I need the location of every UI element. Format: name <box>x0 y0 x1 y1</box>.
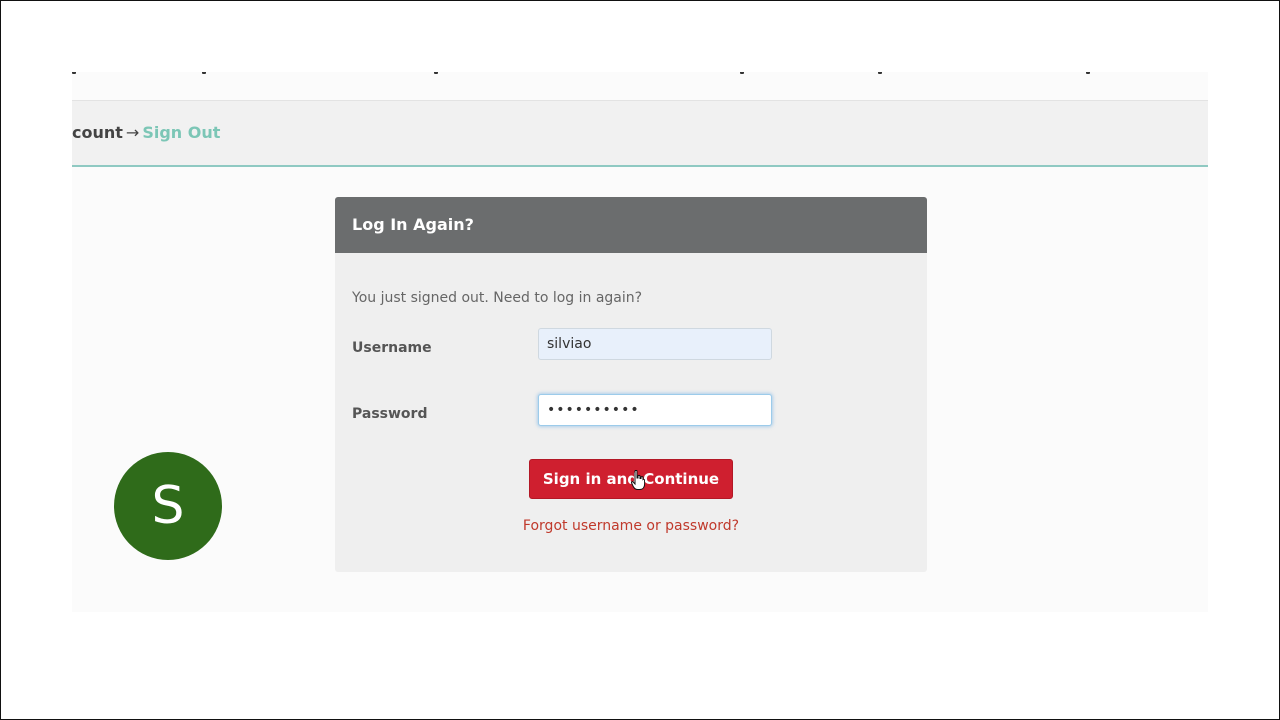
breadcrumb: count → Sign Out <box>72 101 1208 167</box>
breadcrumb-item-sign-out: Sign Out <box>142 123 221 142</box>
username-input[interactable] <box>538 328 772 360</box>
breadcrumb-item-account[interactable]: count <box>72 123 123 142</box>
page-container: count → Sign Out Log In Again? You just si… <box>72 72 1208 612</box>
cropped-glyph <box>202 72 206 74</box>
cropped-glyph <box>740 72 744 74</box>
breadcrumb-separator: → <box>125 123 140 142</box>
cropped-glyph <box>434 72 438 74</box>
signed-out-message: You just signed out. Need to log in agai… <box>352 290 643 306</box>
password-label: Password <box>352 406 428 422</box>
hand-pointer-icon <box>631 470 645 490</box>
cropped-glyph <box>1086 72 1090 74</box>
password-input[interactable] <box>538 394 772 426</box>
navigation-strip-cropped <box>72 72 1208 101</box>
username-label: Username <box>352 340 432 356</box>
cropped-glyph <box>72 72 76 74</box>
forgot-credentials-link[interactable]: Forgot username or password? <box>335 518 927 534</box>
avatar: S <box>114 452 222 560</box>
login-card: Log In Again? You just signed out. Need … <box>335 197 927 572</box>
login-card-title: Log In Again? <box>335 197 927 253</box>
cropped-glyph <box>878 72 882 74</box>
